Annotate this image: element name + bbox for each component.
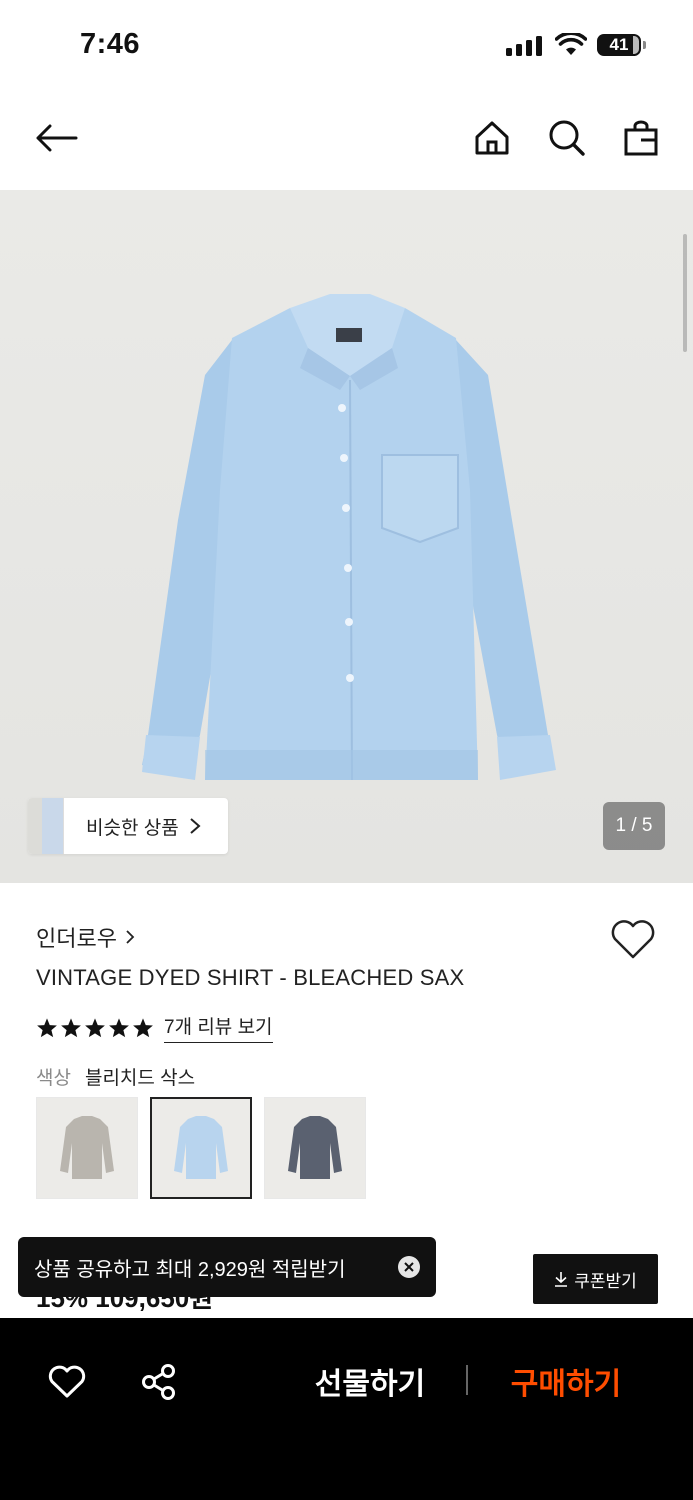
buy-button[interactable]: 구매하기: [496, 1356, 636, 1406]
color-swatch-charcoal[interactable]: [264, 1097, 366, 1199]
wifi-icon: [555, 33, 587, 55]
color-swatches: [36, 1097, 366, 1199]
image-page-counter: 1 / 5: [603, 802, 665, 850]
top-nav: [0, 100, 693, 176]
download-icon: [555, 1272, 568, 1287]
rating-row: 7개 리뷰 보기: [36, 1012, 273, 1043]
star-icon: [133, 1017, 153, 1037]
scroll-indicator: [683, 234, 687, 352]
battery-icon: 41: [597, 34, 646, 56]
product-image-carousel[interactable]: 비슷한 상품 1 / 5: [0, 190, 693, 883]
shirt-thumbnail: [288, 1116, 342, 1179]
battery-level: 41: [609, 35, 629, 54]
shopping-bag-icon: [624, 120, 658, 156]
color-swatch-bleached-sax[interactable]: [150, 1097, 252, 1199]
search-icon: [549, 120, 585, 156]
back-arrow-icon: [36, 124, 78, 152]
shirt-thumbnail: [60, 1116, 114, 1179]
back-button[interactable]: [32, 114, 80, 162]
color-label: 색상: [36, 1068, 71, 1089]
wishlist-heart-icon[interactable]: [610, 918, 656, 960]
gift-button[interactable]: 선물하기: [300, 1356, 440, 1406]
product-photo: [142, 294, 556, 781]
star-icon: [37, 1017, 57, 1037]
star-icon: [61, 1017, 81, 1037]
coupon-download-button[interactable]: 쿠폰받기: [533, 1254, 658, 1304]
brand-name: 인더로우: [36, 926, 117, 951]
similar-thumbnail: [28, 798, 64, 854]
share-button[interactable]: [137, 1360, 181, 1404]
share-icon: [142, 1364, 175, 1400]
status-bar: 7:46 41: [0, 0, 693, 90]
close-icon: [404, 1262, 414, 1272]
star-icon: [109, 1017, 129, 1037]
home-icon: [475, 121, 509, 155]
bottom-action-bar: 선물하기 구매하기: [0, 1318, 693, 1500]
signal-icon: [506, 36, 542, 56]
rating-stars: [36, 1017, 154, 1039]
home-button[interactable]: [468, 114, 516, 162]
similar-products-button[interactable]: 비슷한 상품: [28, 798, 228, 854]
chevron-right-icon: [190, 818, 201, 834]
heart-outline-icon: [48, 1365, 86, 1398]
brand-link[interactable]: 인더로우: [36, 921, 135, 953]
similar-products-label: 비슷한 상품: [86, 817, 179, 839]
coupon-label: 쿠폰받기: [574, 1271, 637, 1291]
shirt-thumbnail: [174, 1116, 228, 1179]
color-value: 블리치드 삭스: [84, 1068, 196, 1089]
star-icon: [85, 1017, 105, 1037]
color-row: 색상 블리치드 삭스: [36, 1063, 195, 1090]
search-button[interactable]: [543, 114, 591, 162]
product-name: VINTAGE DYED SHIRT - BLEACHED SAX: [36, 965, 465, 990]
chevron-right-icon: [126, 930, 135, 944]
review-link[interactable]: 7개 리뷰 보기: [164, 1012, 273, 1043]
toast-close-button[interactable]: [398, 1256, 420, 1278]
toast-message: 상품 공유하고 최대 2,929원 적립받기: [34, 1258, 346, 1281]
divider: [466, 1365, 468, 1395]
status-time: 7:46: [80, 28, 141, 60]
color-swatch-gray[interactable]: [36, 1097, 138, 1199]
cart-button[interactable]: [617, 114, 665, 162]
share-reward-toast: 상품 공유하고 최대 2,929원 적립받기: [18, 1237, 436, 1297]
wishlist-button[interactable]: [45, 1360, 89, 1404]
